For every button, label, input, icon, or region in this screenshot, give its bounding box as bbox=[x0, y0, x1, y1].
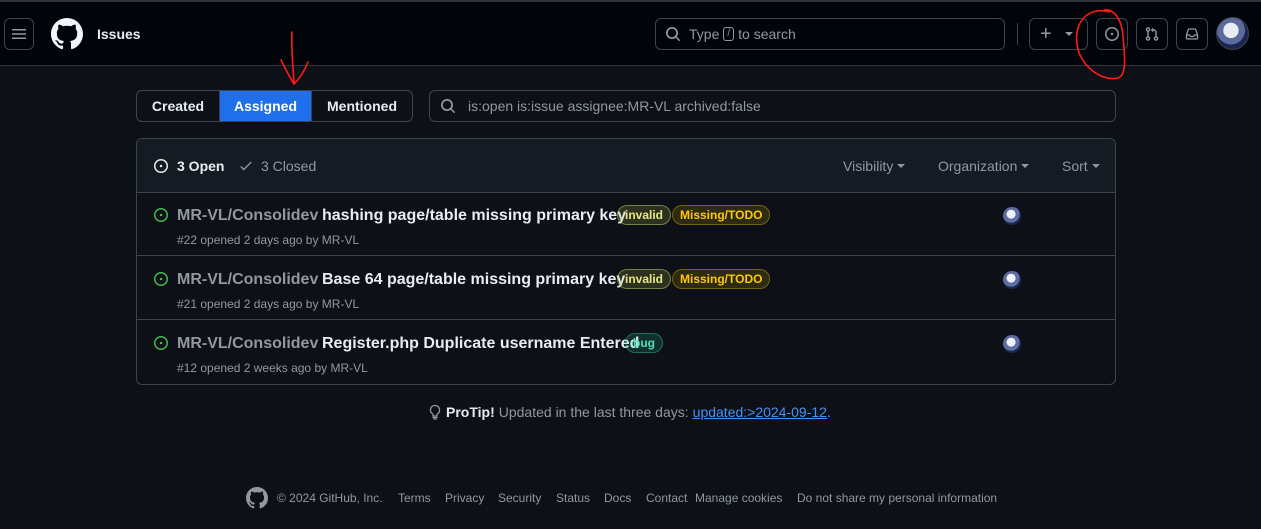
label-bug[interactable]: bug bbox=[625, 333, 663, 353]
issue-opened-icon bbox=[1105, 27, 1119, 41]
visibility-menu-label: Visibility bbox=[843, 158, 894, 174]
github-mark-icon[interactable] bbox=[246, 487, 268, 509]
issue-meta: #12 opened 2 weeks ago by MR-VL bbox=[177, 361, 368, 375]
footer-copyright: © 2024 GitHub, Inc. bbox=[277, 491, 383, 505]
issue-title-link[interactable]: Register.php Duplicate username Entered bbox=[322, 335, 639, 353]
global-header: Issues Type / to search + bbox=[0, 0, 1261, 66]
closed-count-label: 3 Closed bbox=[261, 158, 317, 174]
create-new-button[interactable]: + bbox=[1029, 18, 1088, 50]
label-missing-todo[interactable]: Missing/TODO bbox=[672, 205, 771, 225]
label-invalid[interactable]: invalid bbox=[617, 269, 672, 289]
context-title[interactable]: Issues bbox=[97, 26, 141, 42]
inbox-button[interactable] bbox=[1176, 18, 1208, 50]
header-divider bbox=[1017, 23, 1018, 45]
issue-repo-link[interactable]: MR-VL/Consolidev bbox=[177, 207, 318, 225]
chevron-down-icon bbox=[1064, 32, 1073, 36]
sort-menu[interactable]: Sort bbox=[1062, 158, 1100, 174]
issue-meta: #21 opened 2 days ago by MR-VL bbox=[177, 297, 360, 311]
issues-box: 3 Open 3 Closed Visibility Organization … bbox=[136, 138, 1116, 385]
slash-key-hint: / bbox=[723, 27, 735, 41]
hamburger-icon bbox=[12, 29, 26, 39]
plus-icon: + bbox=[1040, 23, 1052, 45]
open-issues-filter[interactable]: 3 Open bbox=[153, 158, 224, 174]
issue-repo-link[interactable]: MR-VL/Consolidev bbox=[177, 271, 318, 289]
assignee-avatar[interactable] bbox=[1003, 207, 1021, 225]
open-count-label: 3 Open bbox=[177, 158, 225, 174]
protip-query-link[interactable]: updated:>2024-09-12 bbox=[693, 404, 827, 420]
issue-filter-search-input[interactable]: is:open is:issue assignee:MR-VL archived… bbox=[429, 90, 1116, 122]
footer-link-security[interactable]: Security bbox=[498, 491, 541, 505]
organization-menu-label: Organization bbox=[938, 158, 1018, 174]
label-invalid[interactable]: invalid bbox=[617, 205, 672, 225]
issue-row: MR-VL/Consolidev Register.php Duplicate … bbox=[137, 321, 1115, 384]
pull-requests-button[interactable] bbox=[1136, 18, 1168, 50]
assignee-avatar[interactable] bbox=[1003, 335, 1021, 353]
issues-button[interactable] bbox=[1096, 18, 1128, 50]
issue-title-link[interactable]: hashing page/table missing primary key bbox=[322, 207, 626, 225]
search-placeholder: Type / to search bbox=[689, 26, 796, 42]
search-icon bbox=[666, 27, 681, 42]
protip-text: Updated in the last three days: bbox=[498, 404, 689, 420]
footer-link-contact[interactable]: Contact bbox=[646, 491, 687, 505]
tab-mentioned[interactable]: Mentioned bbox=[311, 91, 412, 121]
light-bulb-icon bbox=[429, 404, 441, 420]
sort-menu-label: Sort bbox=[1062, 158, 1088, 174]
search-placeholder-post: to search bbox=[738, 26, 796, 42]
closed-issues-filter[interactable]: 3 Closed bbox=[239, 158, 316, 174]
caret-down-icon bbox=[1021, 164, 1030, 168]
footer-link-docs[interactable]: Docs bbox=[604, 491, 631, 505]
assignee-avatar[interactable] bbox=[1003, 271, 1021, 289]
issue-repo-link[interactable]: MR-VL/Consolidev bbox=[177, 335, 318, 353]
inbox-icon bbox=[1185, 28, 1199, 40]
protip-end: . bbox=[826, 404, 831, 420]
organization-menu[interactable]: Organization bbox=[938, 158, 1030, 174]
filter-query-value: is:open is:issue assignee:MR-VL archived… bbox=[468, 98, 761, 114]
footer-link-manage-cookies[interactable]: Manage cookies bbox=[695, 491, 782, 505]
search-placeholder-pre: Type bbox=[689, 26, 720, 42]
protip: ProTip! Updated in the last three days: … bbox=[428, 404, 831, 420]
caret-down-icon bbox=[897, 164, 906, 168]
visibility-menu[interactable]: Visibility bbox=[843, 158, 906, 174]
protip-strong: ProTip! bbox=[446, 404, 495, 420]
tab-created[interactable]: Created bbox=[137, 91, 219, 121]
label-missing-todo[interactable]: Missing/TODO bbox=[672, 269, 771, 289]
issue-row: MR-VL/Consolidev Base 64 page/table miss… bbox=[137, 257, 1115, 320]
git-pull-request-icon bbox=[1145, 27, 1159, 41]
menu-button[interactable] bbox=[4, 18, 34, 50]
header-top-border bbox=[0, 0, 1261, 2]
github-logo-icon[interactable] bbox=[51, 18, 83, 50]
footer-link-status[interactable]: Status bbox=[556, 491, 590, 505]
issue-opened-icon bbox=[154, 272, 168, 286]
issue-opened-icon bbox=[154, 159, 168, 173]
caret-down-icon bbox=[1091, 164, 1100, 168]
footer-link-privacy[interactable]: Privacy bbox=[445, 491, 484, 505]
issue-title-link[interactable]: Base 64 page/table missing primary key bbox=[322, 271, 625, 289]
issue-row: MR-VL/Consolidev hashing page/table miss… bbox=[137, 193, 1115, 256]
footer-link-do-not-share[interactable]: Do not share my personal information bbox=[797, 491, 997, 505]
footer-link-terms[interactable]: Terms bbox=[398, 491, 431, 505]
search-icon bbox=[441, 99, 456, 114]
issue-opened-icon bbox=[154, 336, 168, 350]
user-avatar[interactable] bbox=[1216, 17, 1249, 50]
global-search-input[interactable]: Type / to search bbox=[655, 18, 1005, 50]
issues-box-header: 3 Open 3 Closed Visibility Organization … bbox=[137, 139, 1115, 193]
issue-opened-icon bbox=[154, 208, 168, 222]
tab-assigned[interactable]: Assigned bbox=[219, 91, 311, 121]
check-icon bbox=[240, 161, 252, 171]
issue-filter-tabs: Created Assigned Mentioned bbox=[136, 90, 413, 122]
issue-meta: #22 opened 2 days ago by MR-VL bbox=[177, 233, 360, 247]
